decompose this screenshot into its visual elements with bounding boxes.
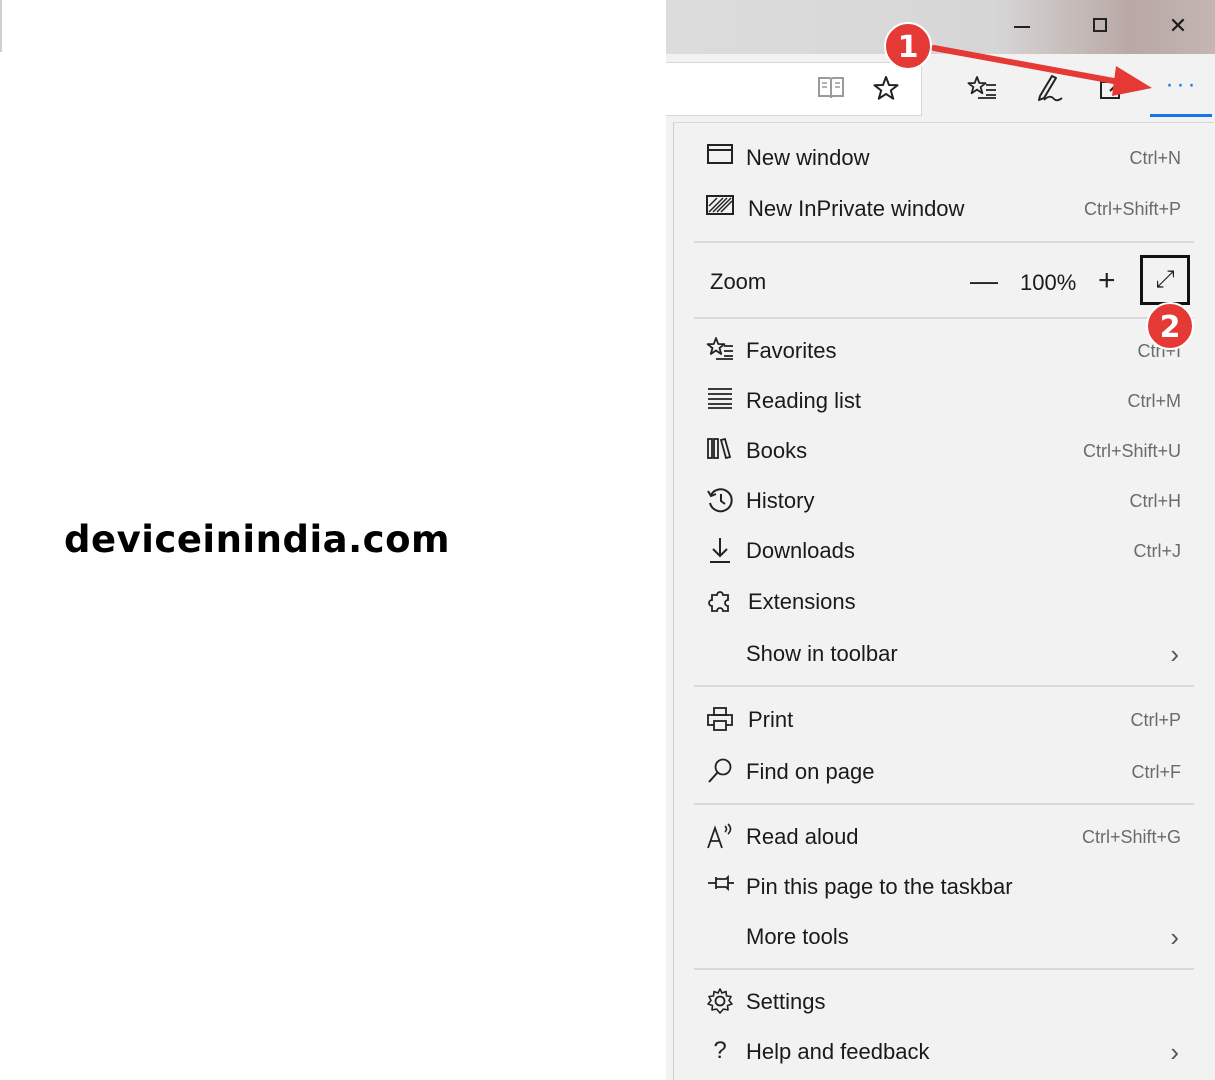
- menu-item-label: Settings: [746, 989, 826, 1014]
- menu-item-downloads[interactable]: Downloads Ctrl+J: [674, 528, 1215, 572]
- menu-item-shortcut: Ctrl+H: [1129, 491, 1181, 511]
- settings-menu: New window Ctrl+N New InPrivate window C…: [673, 122, 1214, 1080]
- menu-item-label: Pin this page to the taskbar: [746, 874, 1013, 899]
- menu-item-label: Downloads: [746, 538, 855, 563]
- menu-separator: [694, 968, 1194, 970]
- menu-item-settings[interactable]: Settings: [674, 979, 1215, 1023]
- zoom-out-button[interactable]: —: [970, 265, 998, 297]
- fullscreen-button[interactable]: ⤢: [1140, 255, 1190, 305]
- menu-item-find-on-page[interactable]: Find on page Ctrl+F: [674, 749, 1215, 793]
- books-icon: [706, 436, 734, 464]
- minimize-icon: [1014, 26, 1030, 28]
- menu-item-extensions[interactable]: Extensions: [674, 579, 1215, 623]
- menu-item-more-tools[interactable]: More tools ›: [674, 914, 1215, 958]
- star-icon[interactable]: [872, 74, 900, 106]
- pin-icon: [706, 872, 734, 900]
- page-content-area: deviceinindia.com: [0, 0, 666, 1080]
- more-button-active-indicator: [1150, 114, 1212, 117]
- menu-item-label: Reading list: [746, 388, 861, 413]
- menu-item-history[interactable]: History Ctrl+H: [674, 478, 1215, 522]
- edge-divider: [0, 0, 2, 52]
- menu-item-shortcut: Ctrl+N: [1129, 148, 1181, 168]
- download-icon: [706, 536, 734, 564]
- callout-badge-2: 2: [1146, 302, 1194, 350]
- zoom-label: Zoom: [710, 269, 767, 294]
- menu-separator: [694, 803, 1194, 805]
- zoom-control-row: Zoom — 100% + ⤢: [674, 255, 1215, 305]
- menu-item-shortcut: Ctrl+P: [1130, 710, 1181, 730]
- menu-item-books[interactable]: Books Ctrl+Shift+U: [674, 428, 1215, 472]
- close-button[interactable]: ✕: [1158, 8, 1198, 44]
- printer-icon: [706, 705, 734, 733]
- menu-item-help-and-feedback[interactable]: ? Help and feedback ›: [674, 1029, 1215, 1073]
- menu-separator: [694, 241, 1194, 243]
- menu-item-new-inprivate-window[interactable]: New InPrivate window Ctrl+Shift+P: [674, 186, 1215, 230]
- menu-separator: [694, 685, 1194, 687]
- zoom-level-value: 100%: [1020, 270, 1077, 295]
- menu-item-label: History: [746, 488, 815, 513]
- menu-item-new-window[interactable]: New window Ctrl+N: [674, 135, 1215, 179]
- menu-item-label: New window: [746, 145, 870, 170]
- menu-item-label: Read aloud: [746, 824, 859, 849]
- menu-item-label: Find on page: [746, 759, 875, 784]
- menu-item-label: Help and feedback: [746, 1039, 930, 1064]
- maximize-icon: [1093, 18, 1107, 32]
- window-icon: [706, 143, 734, 171]
- question-mark-icon: ?: [713, 1037, 727, 1064]
- watermark-text: deviceinindia.com: [64, 518, 451, 561]
- chevron-right-icon: ›: [1170, 1037, 1179, 1067]
- reading-list-icon: [706, 386, 734, 414]
- menu-separator: [694, 317, 1194, 319]
- menu-item-pin-to-taskbar[interactable]: Pin this page to the taskbar: [674, 864, 1215, 908]
- callout-badge-1: 1: [884, 22, 932, 70]
- menu-item-label: Show in toolbar: [746, 641, 898, 666]
- gear-icon: [706, 987, 734, 1015]
- menu-item-print[interactable]: Print Ctrl+P: [674, 697, 1215, 741]
- menu-item-shortcut: Ctrl+Shift+P: [1083, 199, 1181, 219]
- menu-item-favorites[interactable]: Favorites Ctrl+I: [674, 328, 1215, 372]
- search-icon: [706, 757, 734, 785]
- menu-item-shortcut: Ctrl+Shift+G: [1081, 827, 1181, 847]
- favorites-star-list-icon: [706, 336, 734, 364]
- menu-item-show-in-toolbar[interactable]: Show in toolbar ›: [674, 631, 1215, 675]
- menu-item-read-aloud[interactable]: Read aloud Ctrl+Shift+G: [674, 814, 1215, 858]
- menu-item-shortcut: Ctrl+M: [1127, 391, 1182, 411]
- menu-item-shortcut: Ctrl+J: [1133, 541, 1181, 561]
- zoom-in-button[interactable]: +: [1098, 264, 1116, 298]
- menu-item-shortcut: Ctrl+Shift+U: [1082, 441, 1181, 461]
- menu-item-label: New InPrivate window: [748, 196, 965, 221]
- menu-item-label: Books: [746, 438, 808, 463]
- menu-item-reading-list[interactable]: Reading list Ctrl+M: [674, 378, 1215, 422]
- close-icon: ✕: [1168, 13, 1188, 38]
- maximize-button[interactable]: [1080, 8, 1120, 44]
- read-aloud-icon: [706, 822, 734, 850]
- menu-item-label: Print: [748, 707, 794, 732]
- menu-item-shortcut: Ctrl+F: [1131, 762, 1182, 782]
- history-icon: [706, 486, 734, 514]
- minimize-button[interactable]: [1002, 8, 1042, 44]
- menu-item-label: Extensions: [748, 589, 856, 614]
- annotation-arrow: [931, 45, 1152, 96]
- inprivate-window-icon: [706, 194, 734, 222]
- puzzle-piece-icon: [706, 587, 734, 615]
- chevron-right-icon: ›: [1170, 922, 1179, 952]
- menu-item-label: More tools: [746, 924, 849, 949]
- chevron-right-icon: ›: [1170, 639, 1179, 669]
- menu-item-label: Favorites: [746, 338, 837, 363]
- book-icon[interactable]: [816, 74, 846, 106]
